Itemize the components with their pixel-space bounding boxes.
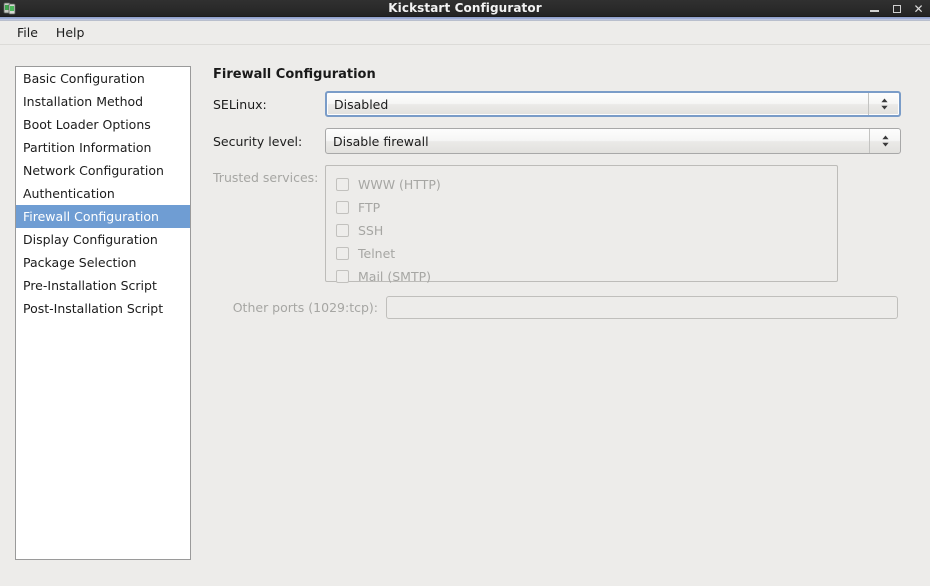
trusted-service-mail[interactable]: Mail (SMTP) (336, 265, 837, 288)
sidebar-item-network-configuration[interactable]: Network Configuration (16, 159, 190, 182)
trusted-service-label: Telnet (358, 246, 396, 261)
trusted-service-label: Mail (SMTP) (358, 269, 432, 284)
sidebar-item-partition-information[interactable]: Partition Information (16, 136, 190, 159)
checkbox-telnet[interactable] (336, 247, 349, 260)
sidebar-item-pre-installation-script[interactable]: Pre-Installation Script (16, 274, 190, 297)
sidebar-item-display-configuration[interactable]: Display Configuration (16, 228, 190, 251)
checkbox-www[interactable] (336, 178, 349, 191)
trusted-service-telnet[interactable]: Telnet (336, 242, 837, 265)
menu-item-file[interactable]: File (8, 23, 47, 42)
trusted-services-frame: WWW (HTTP) FTP SSH Telnet Mail (SMTP) (325, 165, 838, 284)
menu-bar: File Help (0, 21, 930, 45)
trusted-services-label: Trusted services: (213, 170, 319, 185)
selinux-row: SELinux: Disabled (213, 91, 901, 117)
trusted-service-label: FTP (358, 200, 381, 215)
sidebar-item-package-selection[interactable]: Package Selection (16, 251, 190, 274)
security-level-value: Disable firewall (333, 133, 429, 149)
sidebar-item-authentication[interactable]: Authentication (16, 182, 190, 205)
sidebar-item-boot-loader-options[interactable]: Boot Loader Options (16, 113, 190, 136)
close-icon[interactable]: ✕ (913, 3, 924, 15)
security-level-label: Security level: (213, 133, 303, 149)
window-title: Kickstart Configurator (388, 0, 542, 15)
trusted-services-row: Trusted services: WWW (HTTP) FTP SSH Tel… (213, 165, 838, 284)
checkbox-ftp[interactable] (336, 201, 349, 214)
sidebar-item-post-installation-script[interactable]: Post-Installation Script (16, 297, 190, 320)
selinux-label: SELinux: (213, 96, 267, 112)
content-area: Basic Configuration Installation Method … (0, 45, 930, 586)
sidebar-list[interactable]: Basic Configuration Installation Method … (15, 66, 191, 560)
maximize-icon[interactable] (891, 3, 902, 14)
chevron-updown-icon (868, 93, 899, 115)
security-level-combobox[interactable]: Disable firewall (325, 128, 901, 154)
sidebar-item-basic-configuration[interactable]: Basic Configuration (16, 67, 190, 90)
sidebar-item-firewall-configuration[interactable]: Firewall Configuration (16, 205, 190, 228)
app-icon (3, 1, 18, 16)
other-ports-row: Other ports (1029:tcp): (213, 296, 898, 319)
window-controls: ✕ (869, 0, 924, 17)
trusted-service-label: WWW (HTTP) (358, 177, 441, 192)
trusted-service-ftp[interactable]: FTP (336, 196, 837, 219)
chevron-updown-icon (869, 129, 900, 153)
selinux-value: Disabled (334, 96, 389, 112)
other-ports-input[interactable] (386, 296, 898, 319)
selinux-combobox[interactable]: Disabled (325, 91, 901, 117)
menu-item-help[interactable]: Help (47, 23, 94, 42)
security-level-row: Security level: Disable firewall (213, 128, 901, 154)
trusted-service-ssh[interactable]: SSH (336, 219, 837, 242)
trusted-service-www[interactable]: WWW (HTTP) (336, 173, 837, 196)
trusted-service-label: SSH (358, 223, 384, 238)
checkbox-mail[interactable] (336, 270, 349, 283)
sidebar-item-installation-method[interactable]: Installation Method (16, 90, 190, 113)
checkbox-ssh[interactable] (336, 224, 349, 237)
page-title: Firewall Configuration (213, 67, 376, 82)
minimize-icon[interactable] (869, 3, 880, 14)
other-ports-label: Other ports (1029:tcp): (232, 300, 378, 315)
title-bar: Kickstart Configurator ✕ (0, 0, 930, 17)
